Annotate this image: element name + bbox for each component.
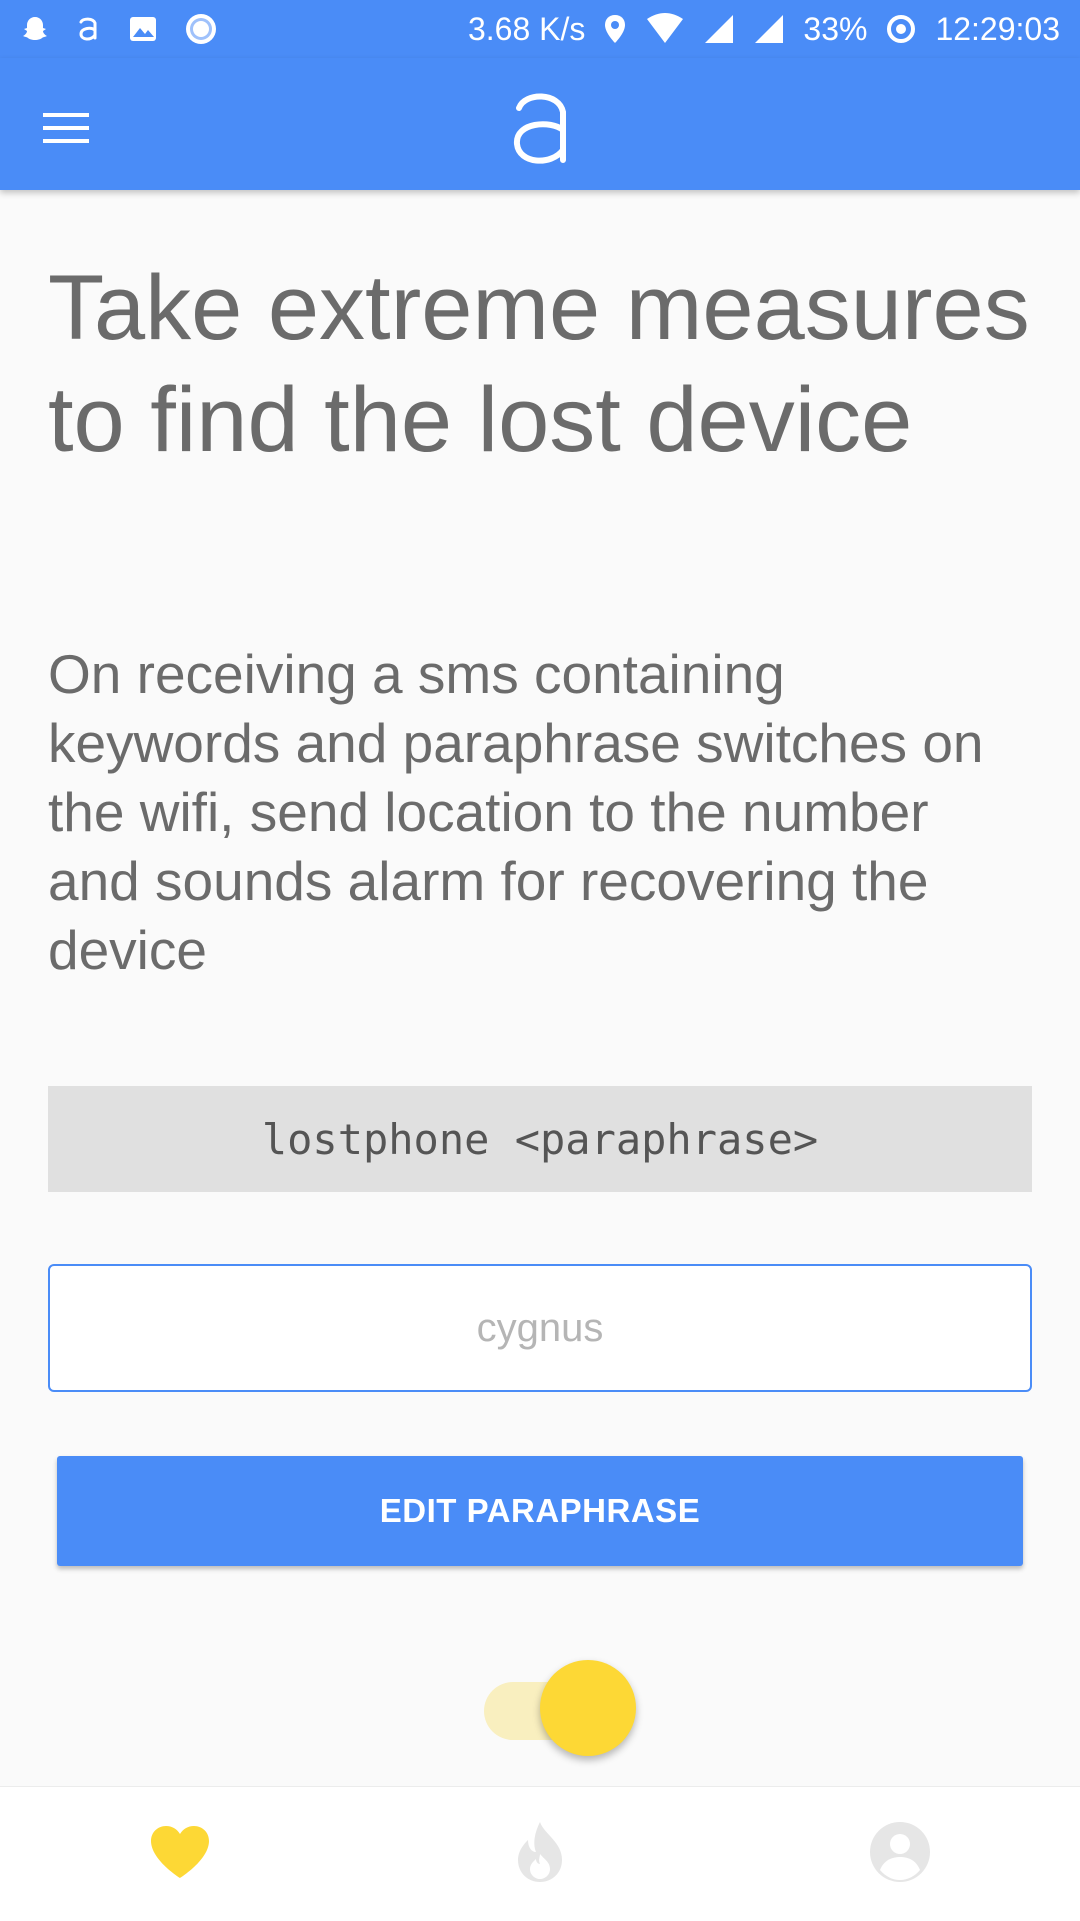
heart-icon	[149, 1824, 211, 1885]
page-title: Take extreme measures to find the lost d…	[48, 257, 1030, 471]
nav-item-trending[interactable]	[360, 1787, 720, 1921]
signal-icon	[753, 13, 785, 45]
toggle-thumb	[540, 1660, 636, 1756]
status-bar-system: 3.68 K/s 33% 12:29:03	[468, 11, 1060, 48]
network-speed: 3.68 K/s	[467, 10, 586, 47]
flame-icon	[515, 1820, 565, 1889]
snapchat-icon	[20, 14, 50, 44]
image-icon	[128, 14, 158, 44]
clock: 12:29:03	[935, 10, 1060, 47]
feature-toggle-switch[interactable]	[484, 1660, 636, 1760]
data-saver-icon	[885, 13, 917, 45]
edit-paraphrase-button[interactable]: EDIT PARAPHRASE	[57, 1456, 1023, 1566]
location-icon	[603, 13, 627, 45]
account-icon	[868, 1820, 932, 1889]
status-bar: 3.68 K/s 33% 12:29:03	[0, 0, 1080, 58]
feature-description: On receiving a sms containing keywords a…	[48, 643, 984, 981]
record-icon	[184, 12, 218, 46]
nav-item-profile[interactable]	[720, 1787, 1080, 1921]
bottom-navigation	[0, 1786, 1080, 1921]
hamburger-menu-icon[interactable]	[34, 96, 98, 160]
app-a-icon	[76, 14, 102, 44]
sms-command-text: lostphone <paraphrase>	[261, 1114, 819, 1164]
app-logo-a-icon	[505, 82, 575, 172]
nav-item-favorites[interactable]	[0, 1787, 360, 1921]
paraphrase-input[interactable]	[48, 1264, 1032, 1392]
battery-level: 33%	[803, 10, 868, 47]
sms-command-box: lostphone <paraphrase>	[48, 1086, 1032, 1192]
signal-icon	[703, 13, 735, 45]
status-bar-notifications	[20, 12, 218, 46]
wifi-icon	[645, 13, 685, 45]
app-bar	[0, 58, 1080, 190]
